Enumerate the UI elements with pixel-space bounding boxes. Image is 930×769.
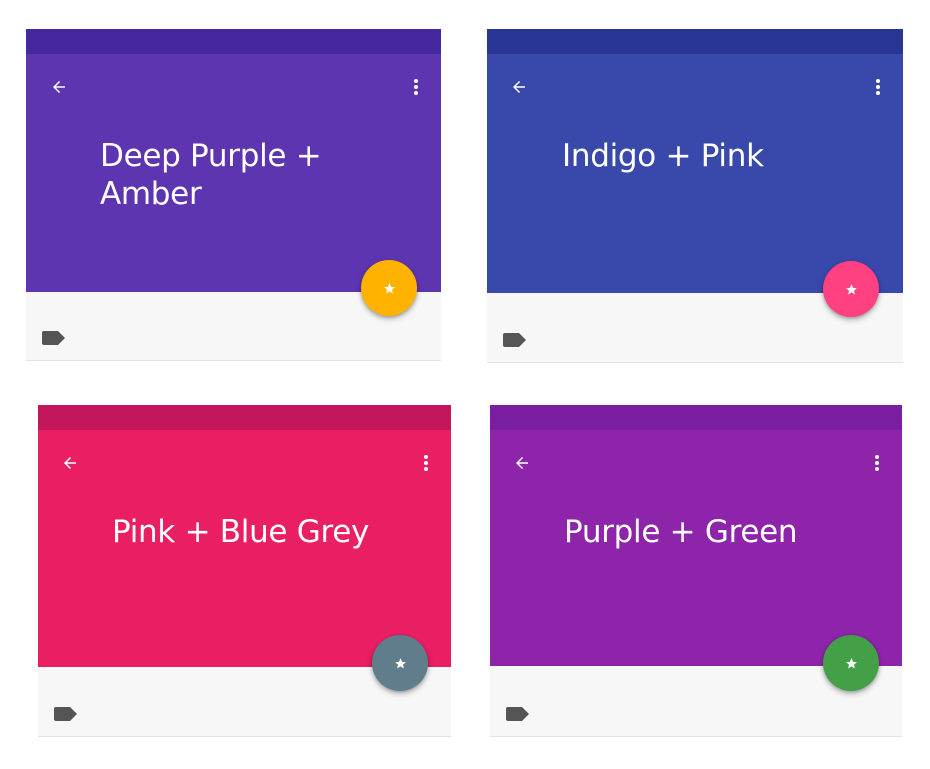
label-tag-icon bbox=[506, 707, 530, 721]
label-tag-icon bbox=[503, 333, 527, 347]
page-title: Pink + Blue Grey bbox=[112, 514, 370, 550]
favorite-fab-button[interactable] bbox=[823, 261, 879, 317]
page-title: Purple + Green bbox=[564, 514, 798, 550]
status-bar bbox=[487, 29, 903, 54]
arrow-back-icon[interactable] bbox=[508, 76, 530, 98]
favorite-fab-button[interactable] bbox=[361, 260, 417, 316]
more-vert-icon[interactable] bbox=[405, 76, 427, 98]
more-vert-icon[interactable] bbox=[866, 452, 888, 474]
status-bar bbox=[490, 405, 902, 430]
label-tag-icon bbox=[42, 331, 66, 345]
app-bar: Pink + Blue Grey bbox=[38, 430, 451, 667]
status-bar bbox=[38, 405, 451, 430]
theme-card-pink-blue-grey: Pink + Blue Grey bbox=[38, 405, 451, 737]
more-vert-icon[interactable] bbox=[867, 76, 889, 98]
theme-card-indigo-pink: Indigo + Pink bbox=[487, 29, 903, 363]
theme-card-deep-purple-amber: Deep Purple + Amber bbox=[26, 29, 441, 361]
star-icon bbox=[845, 283, 857, 294]
star-icon bbox=[394, 657, 406, 668]
favorite-fab-button[interactable] bbox=[823, 635, 879, 691]
star-icon bbox=[845, 657, 857, 668]
more-vert-icon[interactable] bbox=[415, 452, 437, 474]
favorite-fab-button[interactable] bbox=[372, 635, 428, 691]
app-bar: Purple + Green bbox=[490, 430, 902, 666]
status-bar bbox=[26, 29, 441, 54]
app-bar: Indigo + Pink bbox=[487, 54, 903, 293]
page-title: Deep Purple + Amber bbox=[100, 138, 322, 212]
label-tag-icon bbox=[54, 707, 78, 721]
theme-card-purple-green: Purple + Green bbox=[490, 405, 902, 737]
arrow-back-icon[interactable] bbox=[511, 452, 533, 474]
page-title: Indigo + Pink bbox=[562, 138, 764, 174]
arrow-back-icon[interactable] bbox=[59, 452, 81, 474]
app-bar: Deep Purple + Amber bbox=[26, 54, 441, 292]
star-icon bbox=[383, 282, 395, 293]
arrow-back-icon[interactable] bbox=[48, 76, 70, 98]
